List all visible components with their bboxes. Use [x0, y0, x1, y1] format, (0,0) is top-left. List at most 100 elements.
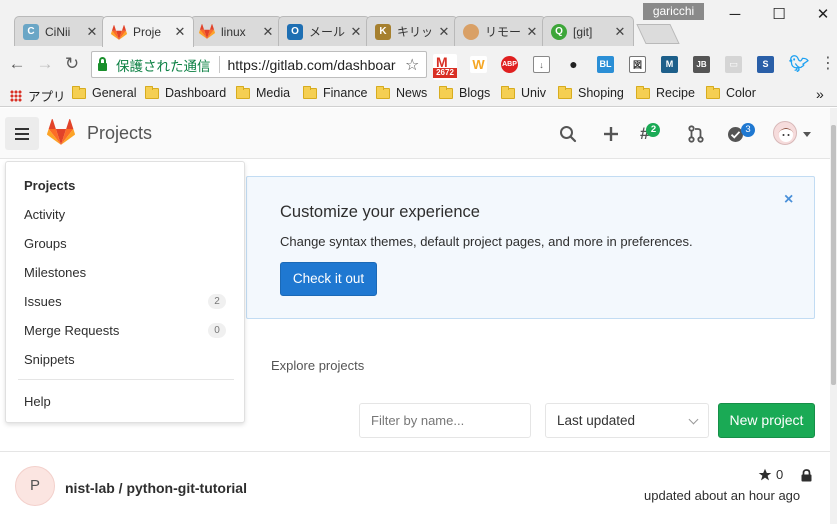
- sort-dropdown[interactable]: Last updated: [545, 403, 709, 438]
- bookmark-star-icon[interactable]: ☆: [405, 55, 419, 75]
- secure-lock-icon: [98, 56, 107, 71]
- browser-profile-name[interactable]: garicchi: [643, 3, 704, 20]
- folder-icon: [236, 85, 250, 99]
- sidebar-item-milestones[interactable]: Milestones: [6, 258, 244, 287]
- bookmark-blogs[interactable]: Blogs: [439, 85, 491, 100]
- filter-by-name-input[interactable]: [359, 403, 531, 438]
- issues-button[interactable]: 3: [727, 121, 755, 147]
- bookmark-label: Univ: [521, 86, 547, 100]
- bl-extension-icon[interactable]: BL: [597, 56, 614, 73]
- todos-button[interactable]: # 2: [640, 121, 661, 147]
- hamburger-menu-icon[interactable]: [5, 117, 39, 150]
- image-extension-icon[interactable]: 図: [629, 56, 646, 73]
- new-project-button[interactable]: New project: [718, 403, 815, 438]
- close-tab-icon[interactable]: ✕: [437, 24, 451, 40]
- url-text[interactable]: https://gitlab.com/dashboar: [228, 57, 396, 73]
- sort-value: Last updated: [557, 413, 636, 428]
- close-tab-icon[interactable]: ✕: [173, 24, 187, 40]
- back-icon[interactable]: ←: [7, 54, 27, 74]
- sidebar-item-projects[interactable]: Projects: [6, 171, 244, 200]
- close-tab-icon[interactable]: ✕: [349, 24, 363, 40]
- m-extension-icon[interactable]: M: [661, 56, 678, 73]
- folder-icon: [558, 85, 572, 99]
- sidebar-item-label: Milestones: [24, 265, 87, 280]
- chevron-down-icon: [688, 414, 699, 425]
- browser-tab-kiri[interactable]: K キリッ ✕: [366, 16, 458, 46]
- merge-request-icon[interactable]: [688, 121, 704, 147]
- sidebar-item-label: Groups: [24, 236, 67, 251]
- bookmark-dashboard[interactable]: Dashboard: [145, 85, 226, 100]
- bookmark-label: News: [396, 86, 428, 100]
- gitlab-logo-icon[interactable]: [47, 119, 75, 148]
- bookmark-media[interactable]: Media: [236, 85, 291, 100]
- chrome-menu-icon[interactable]: ⋮: [818, 54, 837, 74]
- browser-titlebar: C CiNii ✕ Proje ✕ linux ✕ O メール ✕ K キリッ …: [0, 0, 837, 47]
- folder-icon: [145, 85, 159, 99]
- bookmark-univ[interactable]: Univ: [501, 85, 547, 100]
- gmail-count: 2672: [433, 68, 457, 78]
- user-avatar[interactable]: [773, 121, 797, 145]
- check-it-out-button[interactable]: Check it out: [280, 262, 377, 296]
- forward-icon[interactable]: →: [35, 54, 55, 74]
- bookmarks-overflow-icon[interactable]: »: [816, 86, 824, 102]
- browser-tab-linux[interactable]: linux ✕: [190, 16, 282, 46]
- close-tab-icon[interactable]: ✕: [525, 24, 539, 40]
- sidebar-item-activity[interactable]: Activity: [6, 200, 244, 229]
- download-extension-icon[interactable]: ↓: [533, 56, 550, 73]
- bookmark-label: Media: [256, 86, 291, 100]
- bookmark-apps[interactable]: アプリ: [10, 86, 66, 105]
- close-tab-icon[interactable]: ✕: [261, 24, 275, 40]
- maximize-icon[interactable]: ☐: [756, 2, 802, 26]
- bookmark-general[interactable]: General: [72, 85, 136, 100]
- close-window-icon[interactable]: ✕: [800, 2, 837, 26]
- todos-count-badge: 2: [646, 123, 661, 137]
- bookmark-label: Blogs: [459, 86, 491, 100]
- browser-tab-cinii[interactable]: C CiNii ✕: [14, 16, 106, 46]
- project-name-link[interactable]: nist-lab / python-git-tutorial: [65, 480, 247, 496]
- sidebar-item-label: Issues: [24, 294, 62, 309]
- plus-icon[interactable]: [603, 121, 619, 147]
- s-extension-icon[interactable]: S: [757, 56, 774, 73]
- close-tab-icon[interactable]: ✕: [613, 24, 627, 40]
- omnibox-divider: [218, 56, 220, 73]
- w-extension-icon[interactable]: W: [470, 56, 487, 73]
- search-icon[interactable]: [559, 121, 577, 147]
- sidebar-item-label: Snippets: [24, 352, 75, 367]
- grey-extension-icon[interactable]: ▭: [725, 56, 742, 73]
- bookmark-finance[interactable]: Finance: [303, 85, 367, 100]
- adblock-extension-icon[interactable]: ABP: [501, 56, 518, 73]
- bulb-extension-icon[interactable]: ●: [565, 56, 582, 73]
- minimize-icon[interactable]: ─: [712, 2, 758, 26]
- site-favicon-icon: K: [375, 23, 391, 40]
- scrollbar-thumb[interactable]: [831, 125, 836, 385]
- tab-title: キリッ: [397, 25, 434, 39]
- folder-icon: [72, 85, 86, 99]
- banner-title: Customize your experience: [280, 203, 480, 221]
- bookmark-news[interactable]: News: [376, 85, 428, 100]
- new-tab-button[interactable]: [636, 24, 680, 44]
- bookmark-shoping[interactable]: Shoping: [558, 85, 624, 100]
- address-bar[interactable]: 保護された通信 https://gitlab.com/dashboar: [91, 51, 427, 78]
- sidebar-item-groups[interactable]: Groups: [6, 229, 244, 258]
- browser-tab-remote[interactable]: リモー ✕: [454, 16, 546, 46]
- project-avatar[interactable]: P: [15, 466, 55, 506]
- sidebar-item-snippets[interactable]: Snippets: [6, 345, 244, 374]
- close-tab-icon[interactable]: ✕: [85, 24, 99, 40]
- close-icon[interactable]: ×: [784, 191, 793, 209]
- reload-icon[interactable]: ↻: [62, 54, 82, 74]
- sidebar-item-merge-requests[interactable]: Merge Requests 0: [6, 316, 244, 345]
- bookmark-recipe[interactable]: Recipe: [636, 85, 695, 100]
- sidebar-item-help[interactable]: Help: [6, 387, 244, 416]
- gmail-extension-icon[interactable]: M 2672: [433, 54, 457, 80]
- browser-tab-mail[interactable]: O メール ✕: [278, 16, 370, 46]
- browser-tab-git[interactable]: Q [git] ✕: [542, 16, 634, 46]
- tab-title: [git]: [573, 24, 593, 39]
- sidebar-item-issues[interactable]: Issues 2: [6, 287, 244, 316]
- bookmark-color[interactable]: Color: [706, 85, 756, 100]
- browser-tab-projects[interactable]: Proje ✕: [102, 16, 194, 47]
- sidebar-item-label: Help: [24, 394, 51, 409]
- chevron-down-icon[interactable]: [803, 132, 811, 137]
- tab-explore-projects[interactable]: Explore projects: [271, 358, 364, 373]
- twitter-extension-icon[interactable]: 🐦︎: [789, 56, 809, 73]
- jb-extension-icon[interactable]: JB: [693, 56, 710, 73]
